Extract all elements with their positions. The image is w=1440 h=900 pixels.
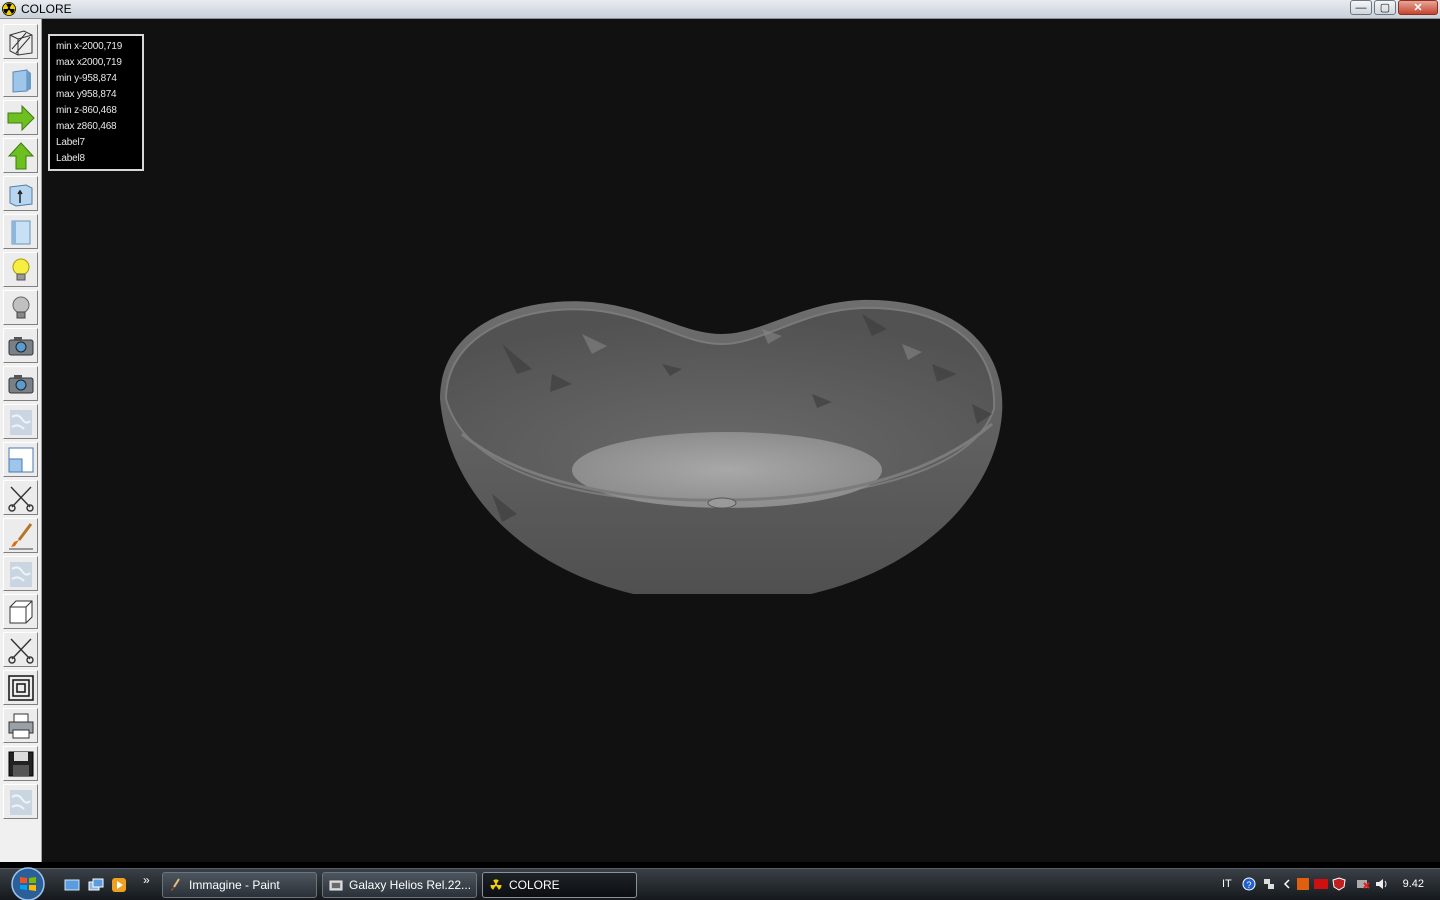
bounds-info-panel: min x-2000,719 max x2000,719 min y-958,8… — [48, 34, 144, 171]
help-icon[interactable]: ? — [1242, 877, 1256, 891]
folder-icon — [329, 880, 343, 891]
printer-icon — [8, 713, 33, 738]
security-icon[interactable] — [1332, 877, 1346, 891]
tool-texture-alt[interactable] — [3, 556, 38, 591]
task-label: Galaxy Helios Rel.22... — [349, 878, 472, 892]
tool-paint-brush[interactable] — [3, 518, 38, 553]
tool-print[interactable] — [3, 708, 38, 743]
ati-icon[interactable] — [1314, 877, 1328, 891]
paint-brush-icon — [8, 522, 33, 549]
switch-windows-icon[interactable] — [88, 877, 104, 893]
info-label7: Label7 — [56, 137, 85, 148]
paint-icon — [171, 878, 180, 891]
tool-camera-alt[interactable] — [3, 366, 38, 401]
frame-icon — [7, 674, 34, 701]
texture-icon — [9, 409, 32, 435]
start-button[interactable] — [8, 867, 48, 900]
tool-window-split[interactable] — [3, 442, 38, 477]
tool-solid[interactable] — [3, 62, 38, 97]
tool-scissors[interactable] — [3, 480, 38, 515]
light-on-icon — [12, 258, 29, 280]
tool-save[interactable] — [3, 746, 38, 781]
tool-texture-bottom[interactable] — [3, 784, 38, 819]
tray-expand-icon[interactable] — [1280, 877, 1294, 891]
window-title: COLORE — [21, 2, 72, 16]
box-icon — [9, 600, 32, 623]
panel-icon — [11, 220, 30, 244]
task-galaxy-helios[interactable]: Galaxy Helios Rel.22... — [322, 872, 477, 898]
light-off-icon — [12, 296, 29, 318]
info-max-x: max x2000,719 — [56, 57, 122, 68]
tool-light-off[interactable] — [3, 290, 38, 325]
clock[interactable]: 9.42 — [1403, 878, 1424, 890]
cut-icon — [7, 638, 34, 664]
extrude-icon — [9, 183, 32, 207]
close-button[interactable]: ✕ — [1398, 0, 1438, 15]
left-toolbar — [0, 19, 42, 862]
task-paint[interactable]: Immagine - Paint — [162, 872, 317, 898]
tool-camera[interactable] — [3, 328, 38, 363]
taskbar: » Immagine - Paint Galaxy Helios Rel.22.… — [0, 867, 1440, 900]
tool-move-right[interactable] — [3, 100, 38, 135]
info-max-y: max y958,874 — [56, 89, 117, 100]
info-label8: Label8 — [56, 153, 85, 164]
radiation-icon — [2, 2, 16, 16]
arrow-right-icon — [7, 104, 35, 131]
wireframe-icon — [9, 29, 32, 56]
language-indicator[interactable]: IT — [1222, 878, 1232, 890]
window-controls: — ▢ ✕ — [1348, 0, 1438, 17]
camera-alt-icon — [8, 374, 33, 393]
tool-extrude[interactable] — [3, 176, 38, 211]
info-min-y: min y-958,874 — [56, 73, 117, 84]
system-tray: IT ? 9.42 — [1210, 869, 1440, 900]
minimize-button[interactable]: — — [1350, 0, 1372, 15]
tool-wireframe[interactable] — [3, 24, 38, 59]
camera-icon — [8, 336, 33, 355]
tool-texture[interactable] — [3, 404, 38, 439]
info-max-z: max z860,468 — [56, 121, 117, 132]
radiation-icon — [490, 879, 502, 890]
quick-launch-more[interactable]: » — [143, 873, 150, 887]
title-bar[interactable]: COLORE — ▢ ✕ — [0, 0, 1440, 19]
task-colore[interactable]: COLORE — [482, 872, 637, 898]
texture-bottom-icon — [9, 789, 32, 815]
save-disk-icon — [8, 751, 33, 776]
info-min-z: min z-860,468 — [56, 105, 117, 116]
volume-icon[interactable] — [1374, 877, 1388, 891]
show-desktop-icon[interactable] — [64, 877, 80, 893]
app-tray-icon[interactable] — [1296, 877, 1310, 891]
svg-text:?: ? — [1246, 880, 1251, 890]
scissors-icon — [7, 486, 34, 512]
tool-light-on[interactable] — [3, 252, 38, 287]
3d-viewport[interactable]: min x-2000,719 max x2000,719 min y-958,8… — [42, 19, 1440, 862]
tool-move-up[interactable] — [3, 138, 38, 173]
texture-alt-icon — [9, 561, 32, 587]
task-label: Immagine - Paint — [189, 878, 280, 892]
tool-cut[interactable] — [3, 632, 38, 667]
network-icon[interactable] — [1262, 877, 1276, 891]
action-center-icon[interactable] — [1356, 877, 1370, 891]
tool-panel[interactable] — [3, 214, 38, 249]
solid-cube-icon — [12, 68, 31, 93]
task-label: COLORE — [509, 878, 560, 892]
tool-box[interactable] — [3, 594, 38, 629]
bathtub-model[interactable] — [432, 274, 1012, 594]
window-split-icon — [8, 447, 33, 472]
media-player-icon[interactable] — [111, 877, 127, 893]
app-window: COLORE — ▢ ✕ min x-2000,719 max x2000,71… — [0, 0, 1440, 900]
arrow-up-icon — [7, 141, 34, 169]
info-min-x: min x-2000,719 — [56, 41, 123, 52]
maximize-button[interactable]: ▢ — [1374, 0, 1396, 15]
tool-frame[interactable] — [3, 670, 38, 705]
